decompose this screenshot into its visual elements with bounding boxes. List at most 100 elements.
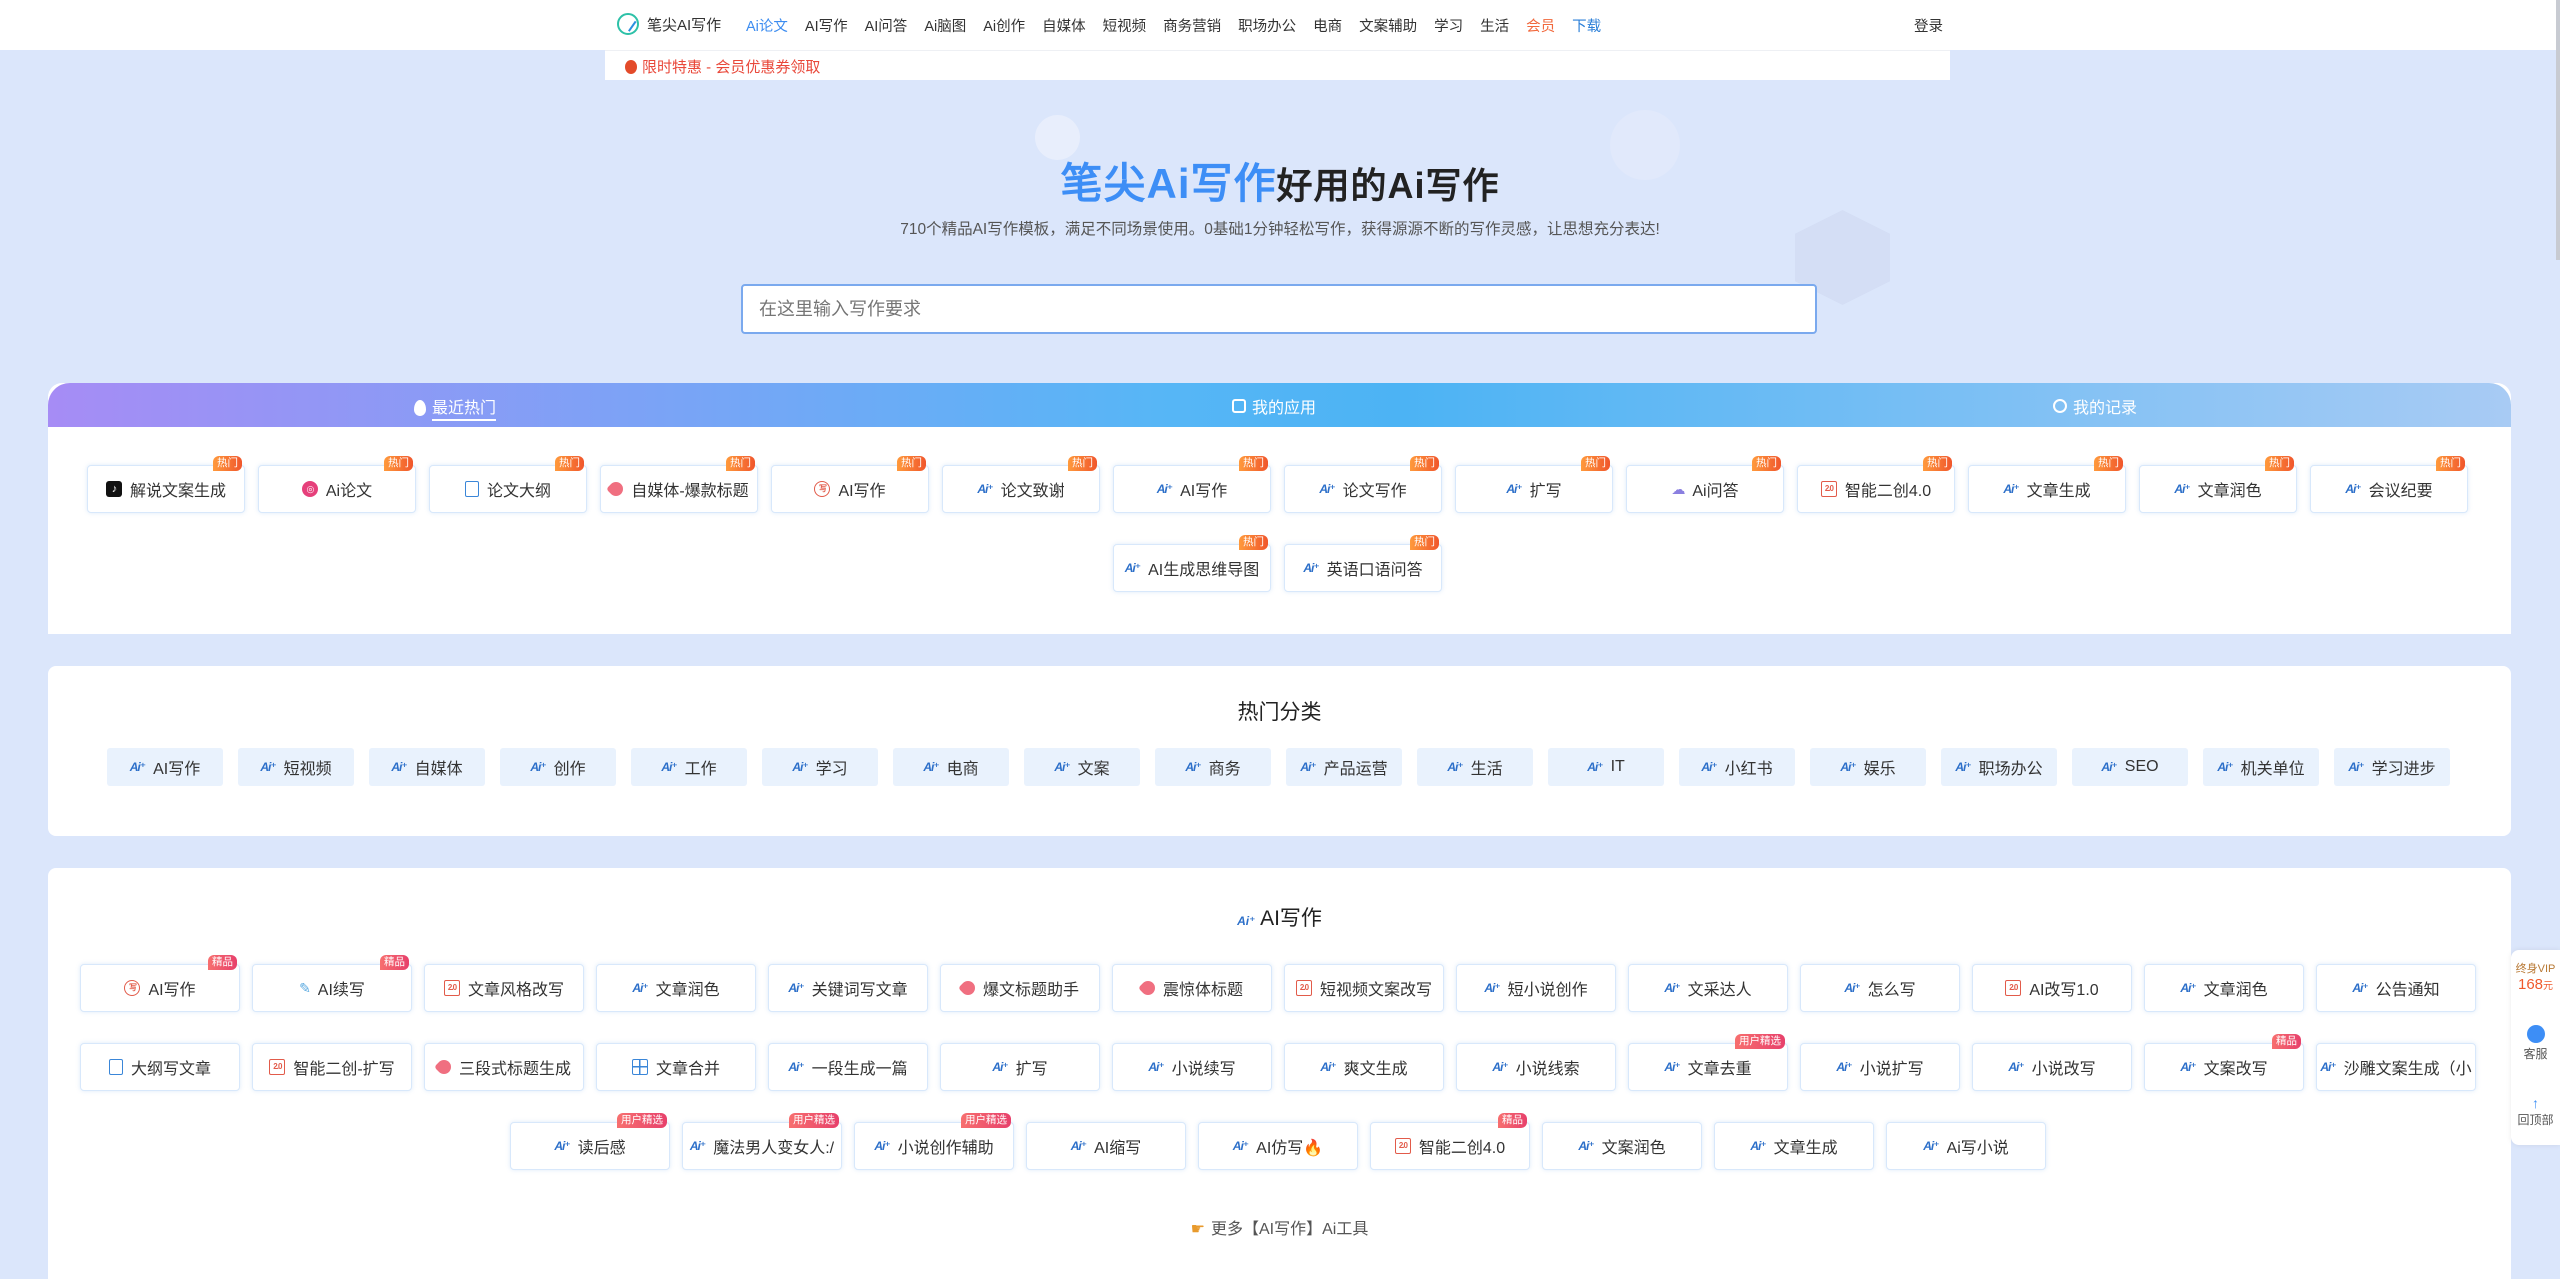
category-chip[interactable]: Ai⁺ 产品运营	[1286, 748, 1402, 786]
tool-card[interactable]: Ai⁺ 怎么写	[1800, 964, 1960, 1012]
tool-card[interactable]: 2.0 智能二创-扩写	[252, 1043, 412, 1091]
nav-item[interactable]: 职场办公	[1238, 15, 1296, 36]
tool-card[interactable]: Ai⁺ 文章润色	[596, 964, 756, 1012]
category-chip[interactable]: Ai⁺ 自媒体	[369, 748, 485, 786]
nav-item[interactable]: Ai论文	[746, 15, 788, 36]
tool-card[interactable]: 大纲写文章	[80, 1043, 240, 1091]
nav-item[interactable]: 文案辅助	[1359, 15, 1417, 36]
category-chip[interactable]: Ai⁺ 电商	[893, 748, 1009, 786]
tool-card[interactable]: Ai⁺ 短小说创作	[1456, 964, 1616, 1012]
nav-item[interactable]: Ai脑图	[924, 15, 966, 36]
tool-card[interactable]: Ai⁺ 沙雕文案生成（小	[2316, 1043, 2476, 1091]
tool-card[interactable]: Ai⁺ 文章生成	[1714, 1122, 1874, 1170]
tool-card[interactable]: Ai⁺ 小说创作辅助 用户精选	[854, 1113, 1014, 1170]
customer-service-button[interactable]: 客服	[2511, 1025, 2560, 1062]
category-chip[interactable]: Ai⁺ 娱乐	[1810, 748, 1926, 786]
tool-card[interactable]: Ai⁺ AI写作 热门	[1113, 456, 1271, 513]
scrollbar[interactable]	[2556, 0, 2560, 260]
nav-item[interactable]: 下载	[1572, 15, 1601, 36]
tool-card[interactable]: Ai⁺ 文章润色	[2144, 964, 2304, 1012]
site-logo[interactable]: 笔尖AI写作	[617, 13, 721, 35]
tool-card[interactable]: ☁ Ai问答 热门	[1626, 456, 1784, 513]
nav-item[interactable]: 自媒体	[1042, 15, 1086, 36]
tool-card[interactable]: Ai⁺ 读后感 用户精选	[510, 1113, 670, 1170]
nav-item[interactable]: Ai创作	[983, 15, 1025, 36]
tool-card[interactable]: Ai⁺ 公告通知	[2316, 964, 2476, 1012]
category-chip[interactable]: Ai⁺ 工作	[631, 748, 747, 786]
back-to-top-button[interactable]: ↑ 回顶部	[2511, 1095, 2560, 1128]
tool-card[interactable]: Ai⁺ 小说线索	[1456, 1043, 1616, 1091]
tool-card[interactable]: Ai⁺ 魔法男人变女人:/ 用户精选	[682, 1113, 842, 1170]
tab-my-records[interactable]: 我的记录	[2053, 394, 2137, 418]
tool-card[interactable]: Ai⁺ 一段生成一篇	[768, 1043, 928, 1091]
tool-card[interactable]: Ai⁺ 论文致谢 热门	[942, 456, 1100, 513]
more-link[interactable]: ☛ 更多【AI写作】Ai工具	[48, 1215, 2511, 1239]
category-chip[interactable]: Ai⁺ 学习	[762, 748, 878, 786]
tool-card[interactable]: 三段式标题生成	[424, 1043, 584, 1091]
tool-card[interactable]: 2.0 智能二创4.0 精品	[1370, 1113, 1530, 1170]
tool-card[interactable]: 2.0 短视频文案改写	[1284, 964, 1444, 1012]
nav-item[interactable]: 电商	[1313, 15, 1342, 36]
nav-item[interactable]: 商务营销	[1163, 15, 1221, 36]
tool-card[interactable]: Ai⁺ 英语口语问答 热门	[1284, 535, 1442, 592]
tool-card[interactable]: Ai⁺ 爽文生成	[1284, 1043, 1444, 1091]
category-chip[interactable]: Ai⁺ SEO	[2072, 748, 2188, 786]
tool-card[interactable]: 爆文标题助手	[940, 964, 1100, 1012]
vip-offer[interactable]: 终身VIP 168元	[2511, 960, 2560, 993]
search-input[interactable]	[741, 284, 1817, 334]
category-chip[interactable]: Ai⁺ 机关单位	[2203, 748, 2319, 786]
nav-item[interactable]: AI问答	[865, 15, 908, 36]
tool-card[interactable]: 写 AI写作 精品	[80, 955, 240, 1012]
tool-card[interactable]: Ai⁺ 小说扩写	[1800, 1043, 1960, 1091]
tool-card[interactable]: 写 AI写作 热门	[771, 456, 929, 513]
nav-item[interactable]: 短视频	[1103, 15, 1147, 36]
nav-item[interactable]: 学习	[1434, 15, 1463, 36]
tool-card[interactable]: 2.0 智能二创4.0 热门	[1797, 456, 1955, 513]
tool-card[interactable]: ◎ Ai论文 热门	[258, 456, 416, 513]
category-chip[interactable]: Ai⁺ 文案	[1024, 748, 1140, 786]
tool-card[interactable]: Ai⁺ 文采达人	[1628, 964, 1788, 1012]
tool-card[interactable]: ✎ AI续写 精品	[252, 955, 412, 1012]
promo-bar[interactable]: 限时特惠 - 会员优惠券领取	[605, 50, 1950, 80]
tool-card[interactable]: Ai⁺ 文章润色 热门	[2139, 456, 2297, 513]
tool-card[interactable]: 2.0 AI改写1.0	[1972, 964, 2132, 1012]
tool-card[interactable]: Ai⁺ 小说改写	[1972, 1043, 2132, 1091]
promo-text[interactable]: 限时特惠 - 会员优惠券领取	[642, 59, 820, 76]
more-link-text[interactable]: 更多【AI写作】Ai工具	[1211, 1221, 1368, 1238]
tab-recent-hot[interactable]: 最近热门	[414, 394, 497, 421]
category-chip[interactable]: Ai⁺ 职场办公	[1941, 748, 2057, 786]
category-chip[interactable]: Ai⁺ 小红书	[1679, 748, 1795, 786]
tool-card[interactable]: Ai⁺ 文章去重 用户精选	[1628, 1034, 1788, 1091]
nav-item[interactable]: 会员	[1526, 15, 1555, 36]
category-chip[interactable]: Ai⁺ IT	[1548, 748, 1664, 786]
tool-card[interactable]: 2.0 文章风格改写	[424, 964, 584, 1012]
tool-card[interactable]: Ai⁺ 扩写	[940, 1043, 1100, 1091]
tool-card[interactable]: 论文大纲 热门	[429, 456, 587, 513]
category-chip[interactable]: Ai⁺ 创作	[500, 748, 616, 786]
tool-card[interactable]: Ai⁺ Ai写小说	[1886, 1122, 2046, 1170]
tool-card[interactable]: Ai⁺ AI缩写	[1026, 1122, 1186, 1170]
tool-card[interactable]: Ai⁺ 关键词写文章	[768, 964, 928, 1012]
tool-card[interactable]: Ai⁺ 文章生成 热门	[1968, 456, 2126, 513]
tool-card[interactable]: Ai⁺ AI仿写🔥	[1198, 1122, 1358, 1170]
tool-card[interactable]: Ai⁺ 会议纪要 热门	[2310, 456, 2468, 513]
login-link[interactable]: 登录	[1914, 15, 1943, 36]
category-chip[interactable]: Ai⁺ 学习进步	[2334, 748, 2450, 786]
tool-card[interactable]: Ai⁺ 文案润色	[1542, 1122, 1702, 1170]
tool-card[interactable]: ♪ 解说文案生成 热门	[87, 456, 245, 513]
category-chip[interactable]: Ai⁺ 生活	[1417, 748, 1533, 786]
tool-card[interactable]: 震惊体标题	[1112, 964, 1272, 1012]
category-chip[interactable]: Ai⁺ 短视频	[238, 748, 354, 786]
tool-card[interactable]: 文章合并	[596, 1043, 756, 1091]
tool-card[interactable]: Ai⁺ AI生成思维导图 热门	[1113, 535, 1271, 592]
nav-item[interactable]: AI写作	[805, 15, 848, 36]
tool-card[interactable]: Ai⁺ 文案改写 精品	[2144, 1034, 2304, 1091]
tool-card[interactable]: 自媒体-爆款标题 热门	[600, 456, 758, 513]
tool-card[interactable]: Ai⁺ 扩写 热门	[1455, 456, 1613, 513]
tab-my-apps[interactable]: 我的应用	[1232, 394, 1316, 418]
tool-card[interactable]: Ai⁺ 论文写作 热门	[1284, 456, 1442, 513]
nav-item[interactable]: 生活	[1480, 15, 1509, 36]
tool-card[interactable]: Ai⁺ 小说续写	[1112, 1043, 1272, 1091]
category-chip[interactable]: Ai⁺ 商务	[1155, 748, 1271, 786]
category-chip[interactable]: Ai⁺ AI写作	[107, 748, 223, 786]
